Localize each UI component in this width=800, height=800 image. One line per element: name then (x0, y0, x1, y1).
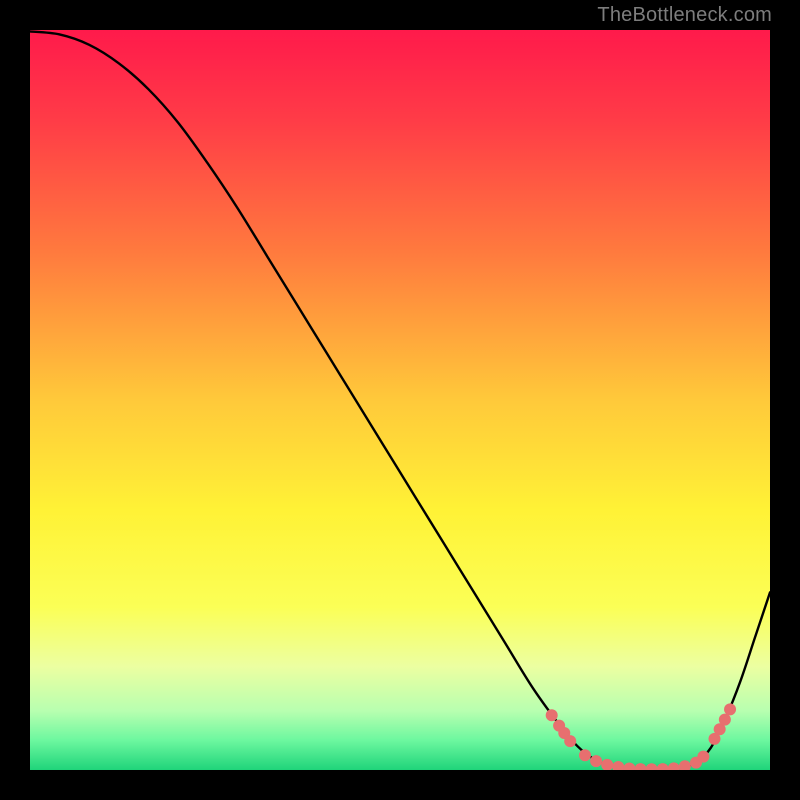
marker-point (679, 760, 691, 770)
marker-point (601, 759, 613, 770)
marker-point (719, 714, 731, 726)
marker-point (635, 763, 647, 770)
marker-point (697, 751, 709, 763)
marker-group (546, 703, 736, 770)
chart-frame: TheBottleneck.com (0, 0, 800, 800)
marker-point (546, 709, 558, 721)
marker-point (564, 735, 576, 747)
marker-point (668, 762, 680, 770)
bottleneck-curve (30, 31, 770, 769)
marker-point (724, 703, 736, 715)
marker-point (612, 761, 624, 770)
marker-point (590, 755, 602, 767)
marker-point (657, 763, 669, 770)
curve-layer (30, 30, 770, 770)
marker-point (579, 749, 591, 761)
marker-point (646, 763, 658, 770)
watermark-label: TheBottleneck.com (597, 4, 772, 27)
marker-point (623, 763, 635, 770)
plot-area (30, 30, 770, 770)
